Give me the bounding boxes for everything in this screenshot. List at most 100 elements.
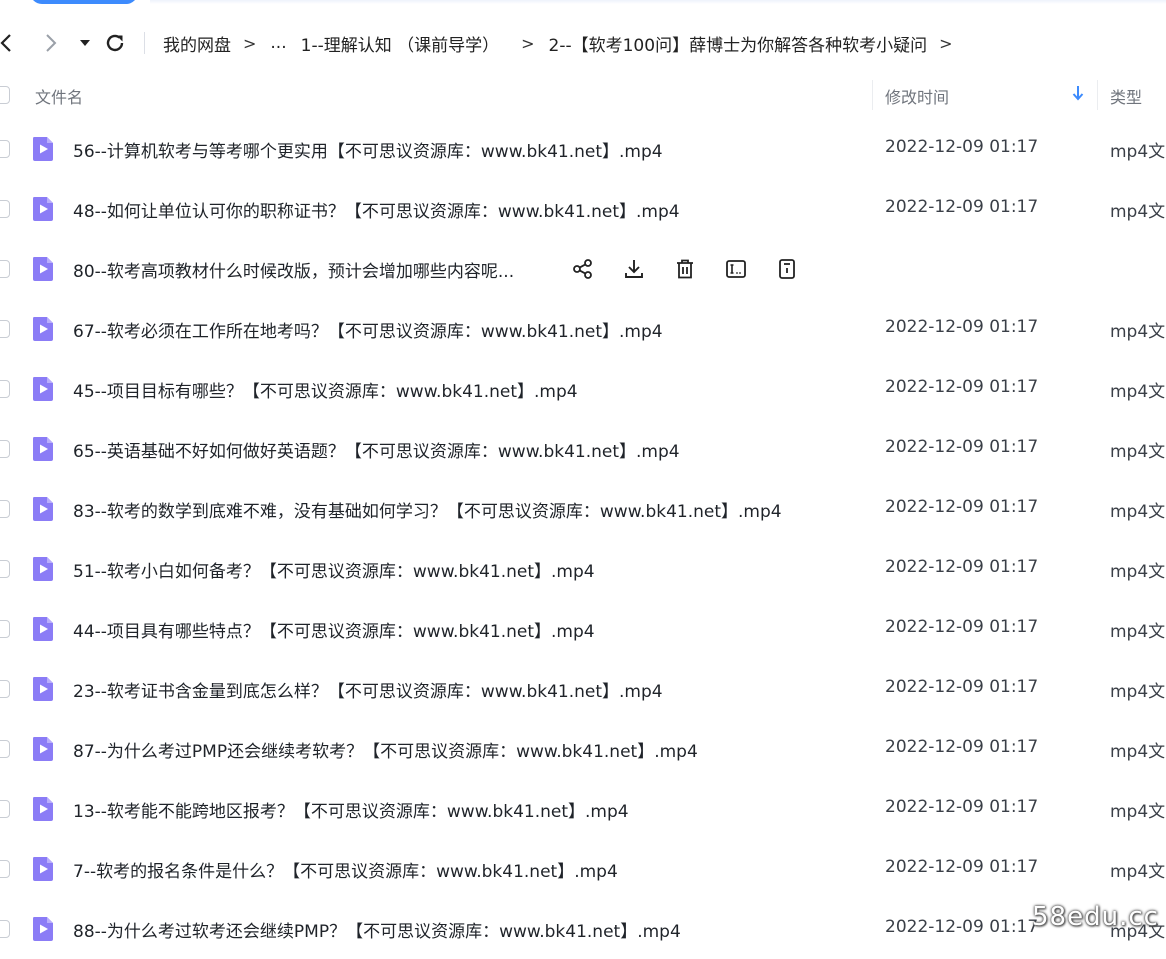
row-checkbox[interactable] — [0, 380, 10, 398]
video-file-icon — [33, 557, 53, 581]
row-checkbox[interactable] — [0, 860, 10, 878]
breadcrumb-item-guide[interactable]: 1--理解认知 （课前导学） — [301, 31, 500, 56]
file-type: mp4文 — [1110, 202, 1166, 222]
more-info-icon[interactable] — [774, 256, 800, 282]
file-row[interactable]: 67--软考必须在工作所在地考吗？【不可思议资源库：www.bk41.net】.… — [0, 299, 1166, 359]
video-file-icon — [33, 437, 53, 461]
file-name[interactable]: 56--计算机软考与等考哪个更实用【不可思议资源库：www.bk41.net】.… — [73, 137, 663, 162]
breadcrumb-separator: > — [243, 33, 257, 53]
file-type: mp4文 — [1110, 802, 1166, 822]
video-file-icon — [33, 197, 53, 221]
file-name[interactable]: 23--软考证书含金量到底怎么样？【不可思议资源库：www.bk41.net】.… — [73, 677, 663, 702]
row-checkbox[interactable] — [0, 200, 10, 218]
row-checkbox[interactable] — [0, 560, 10, 578]
file-row[interactable]: 48--如何让单位认可你的职称证书？【不可思议资源库：www.bk41.net】… — [0, 179, 1166, 239]
breadcrumb-item-current[interactable]: 2--【软考100问】薛博士为你解答各种软考小疑问 — [549, 31, 928, 56]
video-file-icon — [33, 497, 53, 521]
file-row[interactable]: 88--为什么考过软考还会继续PMP？【不可思议资源库：www.bk41.net… — [0, 899, 1166, 959]
file-row[interactable]: 65--英语基础不好如何做好英语题？【不可思议资源库：www.bk41.net】… — [0, 419, 1166, 479]
file-modified-time: 2022-12-09 01:17 — [885, 797, 1039, 817]
column-divider[interactable] — [872, 80, 873, 110]
file-name[interactable]: 44--项目具有哪些特点？【不可思议资源库：www.bk41.net】.mp4 — [73, 617, 595, 642]
file-name[interactable]: 13--软考能不能跨地区报考？【不可思议资源库：www.bk41.net】.mp… — [73, 797, 629, 822]
row-checkbox[interactable] — [0, 920, 10, 938]
back-button[interactable] — [0, 30, 18, 56]
file-name[interactable]: 88--为什么考过软考还会继续PMP？【不可思议资源库：www.bk41.net… — [73, 917, 681, 942]
file-modified-time: 2022-12-09 01:17 — [885, 317, 1039, 337]
file-modified-time: 2022-12-09 01:17 — [885, 437, 1039, 457]
file-row[interactable]: 44--项目具有哪些特点？【不可思议资源库：www.bk41.net】.mp4 … — [0, 599, 1166, 659]
file-name[interactable]: 51--软考小白如何备考？【不可思议资源库：www.bk41.net】.mp4 — [73, 557, 595, 582]
file-name[interactable]: 87--为什么考过PMP还会继续考软考？【不可思议资源库：www.bk41.ne… — [73, 737, 698, 762]
top-active-tab-indicator — [30, 0, 138, 4]
file-type: mp4文 — [1110, 502, 1166, 522]
breadcrumb-ellipsis[interactable]: ... — [270, 33, 286, 53]
file-type: mp4文 — [1110, 622, 1166, 642]
history-dropdown-button[interactable] — [73, 30, 97, 56]
file-name[interactable]: 65--英语基础不好如何做好英语题？【不可思议资源库：www.bk41.net】… — [73, 437, 680, 462]
file-list: 56--计算机软考与等考哪个更实用【不可思议资源库：www.bk41.net】.… — [0, 119, 1166, 959]
file-row[interactable]: 87--为什么考过PMP还会继续考软考？【不可思议资源库：www.bk41.ne… — [0, 719, 1166, 779]
file-list-header: 文件名 修改时间 类型 — [0, 72, 1166, 118]
column-header-type[interactable]: 类型 — [1110, 84, 1142, 108]
row-checkbox[interactable] — [0, 680, 10, 698]
file-type: mp4文 — [1110, 142, 1166, 162]
column-divider[interactable] — [1097, 80, 1098, 110]
file-modified-time: 2022-12-09 01:17 — [885, 137, 1039, 157]
file-name[interactable]: 7--软考的报名条件是什么？【不可思议资源库：www.bk41.net】.mp4 — [73, 857, 618, 882]
breadcrumb-root[interactable]: 我的网盘 — [163, 31, 231, 56]
video-file-icon — [33, 797, 53, 821]
file-row[interactable]: 7--软考的报名条件是什么？【不可思议资源库：www.bk41.net】.mp4… — [0, 839, 1166, 899]
video-file-icon — [33, 677, 53, 701]
file-type: mp4文 — [1110, 562, 1166, 582]
file-row[interactable]: 45--项目目标有哪些？【不可思议资源库：www.bk41.net】.mp4 2… — [0, 359, 1166, 419]
file-row[interactable]: 56--计算机软考与等考哪个更实用【不可思议资源库：www.bk41.net】.… — [0, 119, 1166, 179]
column-header-modified[interactable]: 修改时间 — [885, 84, 949, 108]
toolbar-separator — [144, 32, 145, 54]
row-checkbox[interactable] — [0, 320, 10, 338]
rename-icon[interactable] — [723, 256, 749, 282]
file-row-hovered[interactable]: 80--软考高项教材什么时候改版，预计会增加哪些内容呢... — [0, 239, 1166, 299]
download-icon[interactable] — [621, 256, 647, 282]
refresh-button[interactable] — [103, 30, 127, 56]
row-checkbox[interactable] — [0, 800, 10, 818]
share-icon[interactable] — [570, 256, 596, 282]
file-modified-time: 2022-12-09 01:17 — [885, 377, 1039, 397]
breadcrumb-separator: > — [939, 33, 953, 53]
file-modified-time: 2022-12-09 01:17 — [885, 857, 1039, 877]
row-checkbox[interactable] — [0, 620, 10, 638]
file-row[interactable]: 13--软考能不能跨地区报考？【不可思议资源库：www.bk41.net】.mp… — [0, 779, 1166, 839]
video-file-icon — [33, 617, 53, 641]
watermark-text: 58edu.cc — [1032, 902, 1159, 932]
file-type: mp4文 — [1110, 382, 1166, 402]
row-actions — [570, 255, 825, 283]
file-name[interactable]: 45--项目目标有哪些？【不可思议资源库：www.bk41.net】.mp4 — [73, 377, 578, 402]
file-modified-time: 2022-12-09 01:17 — [885, 917, 1039, 937]
row-checkbox[interactable] — [0, 740, 10, 758]
file-row[interactable]: 83--软考的数学到底难不难，没有基础如何学习？【不可思议资源库：www.bk4… — [0, 479, 1166, 539]
video-file-icon — [33, 257, 53, 281]
video-file-icon — [33, 917, 53, 941]
row-checkbox[interactable] — [0, 140, 10, 158]
column-header-name[interactable]: 文件名 — [35, 84, 83, 108]
file-row[interactable]: 23--软考证书含金量到底怎么样？【不可思议资源库：www.bk41.net】.… — [0, 659, 1166, 719]
file-name[interactable]: 83--软考的数学到底难不难，没有基础如何学习？【不可思议资源库：www.bk4… — [73, 497, 782, 522]
select-all-checkbox[interactable] — [0, 86, 10, 104]
breadcrumb-separator: > — [521, 33, 535, 53]
row-checkbox[interactable] — [0, 440, 10, 458]
row-checkbox[interactable] — [0, 260, 10, 278]
forward-button[interactable] — [39, 30, 63, 56]
file-name[interactable]: 67--软考必须在工作所在地考吗？【不可思议资源库：www.bk41.net】.… — [73, 317, 663, 342]
row-checkbox[interactable] — [0, 500, 10, 518]
file-row[interactable]: 51--软考小白如何备考？【不可思议资源库：www.bk41.net】.mp4 … — [0, 539, 1166, 599]
file-name[interactable]: 80--软考高项教材什么时候改版，预计会增加哪些内容呢... — [73, 257, 514, 282]
file-modified-time: 2022-12-09 01:17 — [885, 677, 1039, 697]
file-name[interactable]: 48--如何让单位认可你的职称证书？【不可思议资源库：www.bk41.net】… — [73, 197, 680, 222]
file-modified-time: 2022-12-09 01:17 — [885, 557, 1039, 577]
breadcrumb: 我的网盘 > ... 1--理解认知 （课前导学） > 2--【软考100问】薛… — [163, 30, 966, 56]
sort-down-arrow-icon[interactable] — [1072, 85, 1084, 105]
chevron-left-icon — [0, 34, 11, 52]
delete-icon[interactable] — [672, 256, 698, 282]
file-type: mp4文 — [1110, 442, 1166, 462]
file-type: mp4文 — [1110, 862, 1166, 882]
